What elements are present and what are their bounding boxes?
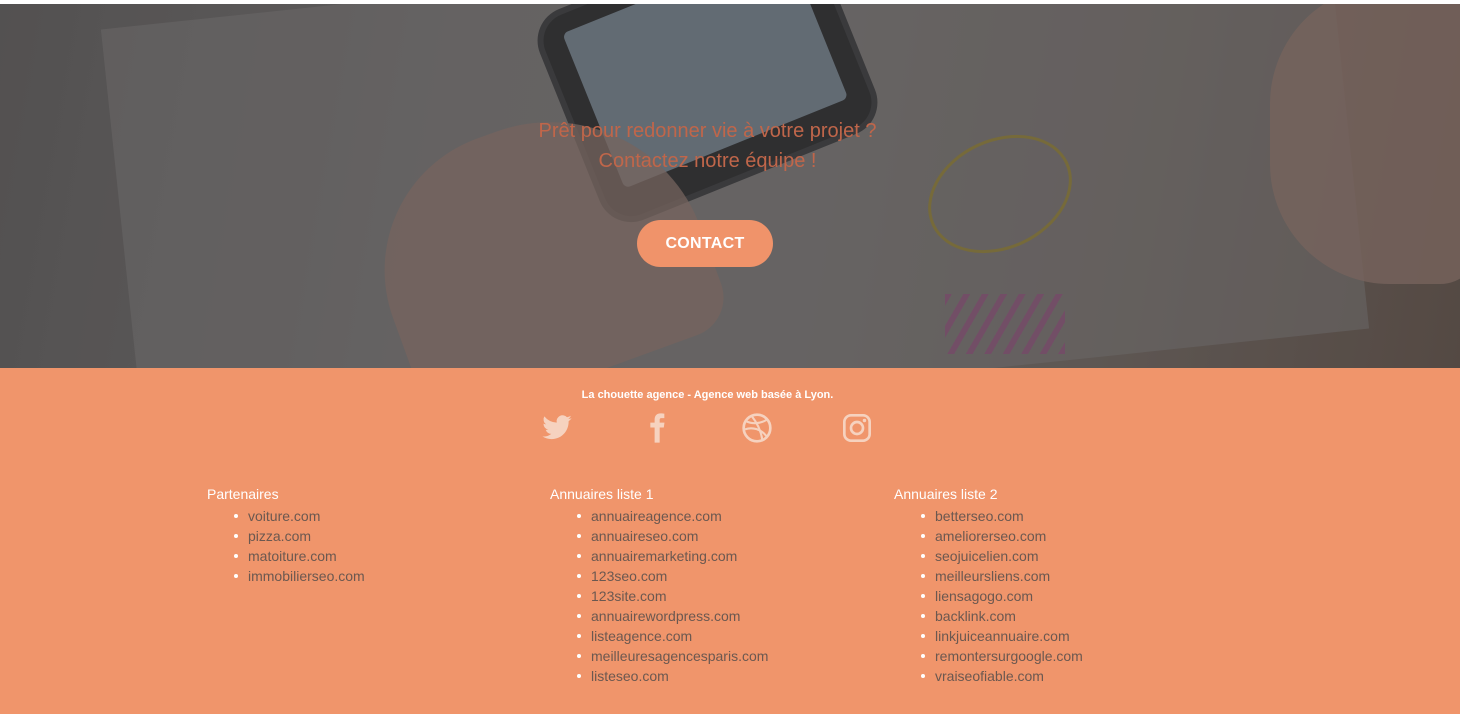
dribbble-icon	[742, 413, 772, 443]
list-item: ameliorerseo.com	[921, 526, 1083, 546]
column-title: Annuaires liste 1	[550, 486, 654, 502]
footer-link[interactable]: liensagogo.com	[935, 588, 1033, 604]
hero-heading-line2: Contactez notre équipe !	[598, 150, 817, 172]
list-item: annuairewordpress.com	[576, 606, 768, 626]
list-item: liensagogo.com	[921, 586, 1083, 606]
list-item: betterseo.com	[921, 506, 1083, 526]
footer-link[interactable]: vraiseofiable.com	[935, 668, 1044, 684]
footer-link[interactable]: annuairemarketing.com	[591, 548, 737, 564]
list-item: vraiseofiable.com	[921, 666, 1083, 686]
dribbble-link[interactable]	[741, 412, 773, 444]
footer-link[interactable]: meilleursliens.com	[935, 568, 1050, 584]
footer-link[interactable]: annuairewordpress.com	[591, 608, 740, 624]
list-item: listeseo.com	[576, 666, 768, 686]
footer-link[interactable]: backlink.com	[935, 608, 1016, 624]
list-item: annuaireseo.com	[576, 526, 768, 546]
footer-link[interactable]: seojuicelien.com	[935, 548, 1039, 564]
footer-link[interactable]: 123site.com	[591, 588, 666, 604]
list-item: pizza.com	[234, 526, 365, 546]
footer-link[interactable]: pizza.com	[248, 528, 311, 544]
twitter-link[interactable]	[541, 412, 573, 444]
footer-link[interactable]: linkjuiceannuaire.com	[935, 628, 1070, 644]
footer-column-partenaires: Partenaires voiture.com pizza.com matoit…	[207, 486, 365, 586]
facebook-icon	[650, 413, 665, 443]
footer-link[interactable]: listeagence.com	[591, 628, 692, 644]
footer-link[interactable]: annuaireseo.com	[591, 528, 698, 544]
list-item: immobilierseo.com	[234, 566, 365, 586]
footer-link[interactable]: listeseo.com	[591, 668, 669, 684]
contact-button[interactable]: CONTACT	[637, 220, 773, 267]
footer-link[interactable]: annuaireagence.com	[591, 508, 722, 524]
hero-heading: Prêt pour redonner vie à votre projet ? …	[0, 116, 1415, 176]
footer-link[interactable]: betterseo.com	[935, 508, 1024, 524]
hero-overlay	[0, 4, 1460, 368]
list-item: matoiture.com	[234, 546, 365, 566]
instagram-icon	[843, 414, 871, 442]
list-item: linkjuiceannuaire.com	[921, 626, 1083, 646]
column-title: Partenaires	[207, 486, 279, 502]
hero-heading-line1: Prêt pour redonner vie à votre projet ?	[538, 120, 877, 142]
link-list: betterseo.com ameliorerseo.com seojuicel…	[894, 506, 1083, 686]
footer-column-annuaires-1: Annuaires liste 1 annuaireagence.com ann…	[550, 486, 768, 686]
footer-link[interactable]: immobilierseo.com	[248, 568, 365, 584]
list-item: 123site.com	[576, 586, 768, 606]
list-item: 123seo.com	[576, 566, 768, 586]
link-list: annuaireagence.com annuaireseo.com annua…	[550, 506, 768, 686]
list-item: meilleuresagencesparis.com	[576, 646, 768, 666]
link-list: voiture.com pizza.com matoiture.com immo…	[207, 506, 365, 586]
list-item: annuairemarketing.com	[576, 546, 768, 566]
footer-column-annuaires-2: Annuaires liste 2 betterseo.com ameliore…	[894, 486, 1083, 686]
footer-link[interactable]: remontersurgoogle.com	[935, 648, 1083, 664]
list-item: backlink.com	[921, 606, 1083, 626]
footer-link[interactable]: ameliorerseo.com	[935, 528, 1046, 544]
list-item: seojuicelien.com	[921, 546, 1083, 566]
instagram-link[interactable]	[841, 412, 873, 444]
footer-tagline: La chouette agence - Agence web basée à …	[581, 389, 834, 401]
list-item: remontersurgoogle.com	[921, 646, 1083, 666]
footer-link[interactable]: voiture.com	[248, 508, 320, 524]
footer-link[interactable]: meilleuresagencesparis.com	[591, 648, 768, 664]
footer-link[interactable]: 123seo.com	[591, 568, 667, 584]
list-item: meilleursliens.com	[921, 566, 1083, 586]
footer: La chouette agence - Agence web basée à …	[0, 368, 1460, 714]
list-item: voiture.com	[234, 506, 365, 526]
footer-link[interactable]: matoiture.com	[248, 548, 337, 564]
twitter-icon	[542, 415, 572, 440]
facebook-link[interactable]	[641, 412, 673, 444]
list-item: listeagence.com	[576, 626, 768, 646]
list-item: annuaireagence.com	[576, 506, 768, 526]
hero-section: Prêt pour redonner vie à votre projet ? …	[0, 4, 1460, 368]
column-title: Annuaires liste 2	[894, 486, 998, 502]
